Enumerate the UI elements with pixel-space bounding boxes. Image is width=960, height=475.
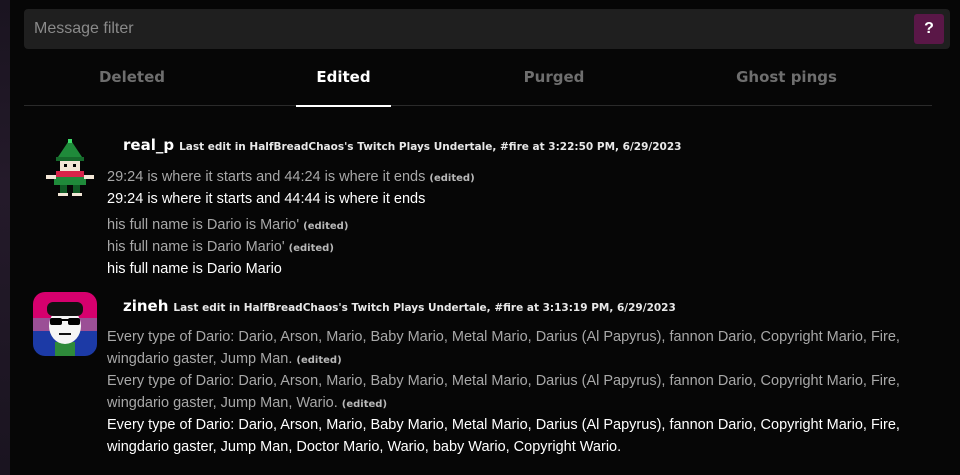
tab-edited[interactable]: Edited bbox=[296, 55, 391, 107]
edited-tag: (edited) bbox=[341, 399, 388, 410]
old-message-version: Every type of Dario: Dario, Arson, Mario… bbox=[107, 373, 900, 411]
old-message-version: his full name is Dario Mario' (edited) bbox=[107, 239, 334, 255]
old-message-version: his full name is Dario is Mario' (edited… bbox=[107, 217, 349, 233]
ralsei-pixel-avatar-icon[interactable] bbox=[42, 135, 98, 197]
message-filter-input[interactable] bbox=[34, 9, 894, 49]
username[interactable]: zineh bbox=[123, 297, 168, 315]
old-message-version: Every type of Dario: Dario, Arson, Mario… bbox=[107, 329, 900, 367]
username[interactable]: real_p bbox=[123, 136, 174, 154]
edited-tag: (edited) bbox=[296, 355, 342, 366]
entry-header: zineh Last edit in HalfBreadChaos's Twitc… bbox=[123, 297, 676, 315]
edited-tag: (edited) bbox=[303, 221, 349, 232]
sunglasses-bi-flag-avatar-icon[interactable] bbox=[33, 292, 97, 356]
tab-ghost-pings[interactable]: Ghost pings bbox=[724, 55, 849, 105]
tab-purged[interactable]: Purged bbox=[504, 55, 604, 105]
help-button[interactable]: ? bbox=[914, 14, 944, 44]
entry-header: real_p Last edit in HalfBreadChaos's Twit… bbox=[123, 136, 681, 154]
edited-tag: (edited) bbox=[429, 173, 475, 184]
left-edge-strip bbox=[0, 0, 10, 475]
tab-bar: Deleted Edited Purged Ghost pings bbox=[24, 55, 932, 107]
current-message: Every type of Dario: Dario, Arson, Mario… bbox=[107, 417, 900, 455]
edit-meta: Last edit in HalfBreadChaos's Twitch Pla… bbox=[179, 141, 682, 153]
current-message: 29:24 is where it starts and 44:44 is wh… bbox=[107, 191, 426, 207]
tab-deleted[interactable]: Deleted bbox=[82, 55, 182, 105]
message-filter-bar: ? bbox=[24, 9, 950, 49]
current-message: his full name is Dario Mario bbox=[107, 261, 282, 277]
old-message-version: 29:24 is where it starts and 44:24 is wh… bbox=[107, 169, 475, 185]
edited-tag: (edited) bbox=[288, 243, 334, 254]
edit-meta: Last edit in HalfBreadChaos's Twitch Pla… bbox=[173, 302, 676, 314]
